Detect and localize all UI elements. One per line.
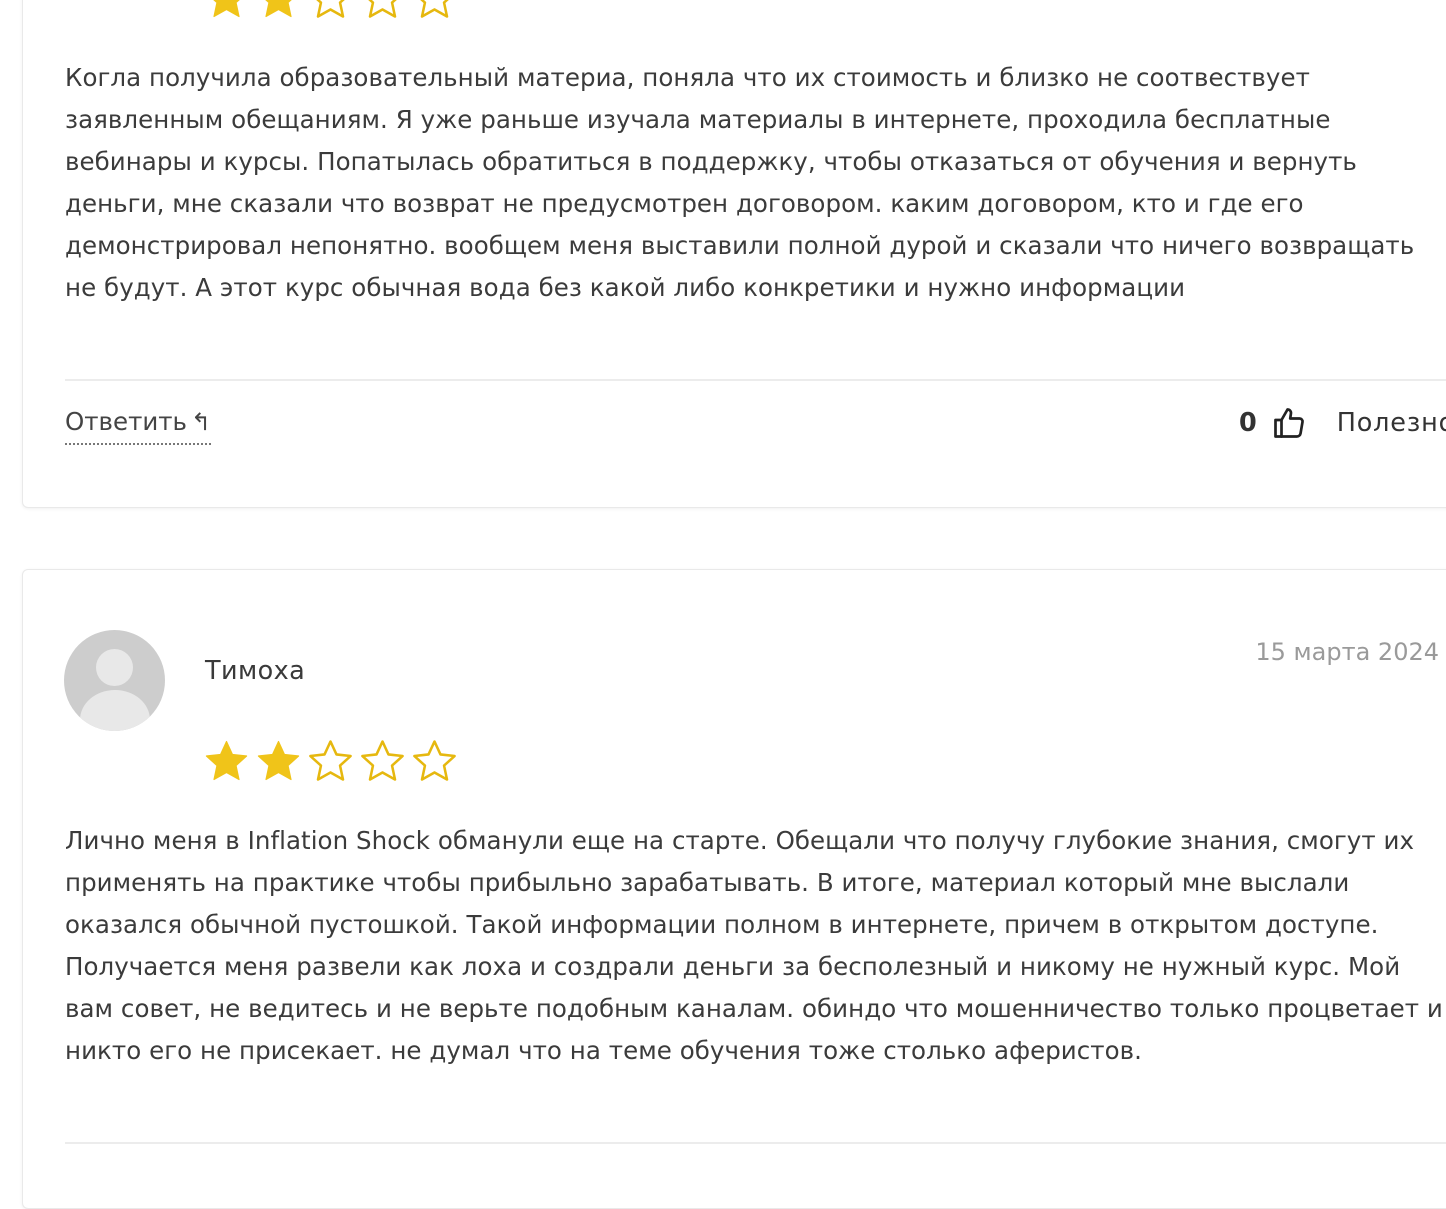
star-rating	[203, 738, 458, 785]
star-empty-icon	[368, 0, 397, 18]
star-filled-icon	[257, 740, 300, 781]
avatar	[64, 630, 165, 731]
star-empty-icon	[316, 0, 345, 18]
divider	[65, 379, 1446, 381]
star-filled-icon	[205, 740, 248, 781]
helpful-count: 0	[1239, 408, 1257, 438]
reply-arrow-icon: ↰	[190, 408, 212, 436]
star-filled-icon	[265, 0, 292, 18]
review-date: 15 марта 2024	[1255, 638, 1439, 666]
review-text: Лично меня в Inflation Shock обманули ещ…	[65, 826, 1443, 1065]
helpful-vote: 0 Полезно	[1239, 405, 1446, 441]
star-empty-icon	[309, 740, 352, 781]
review-card: Когла получила образовательный материа, …	[22, 0, 1446, 508]
star-empty-icon	[361, 740, 404, 781]
divider	[65, 1142, 1446, 1144]
star-rating	[203, 0, 458, 22]
review-text: Когла получила образовательный материа, …	[65, 63, 1415, 302]
avatar-body-shape	[80, 690, 150, 731]
star-filled-icon	[213, 0, 240, 18]
reply-label: Ответить	[65, 407, 187, 436]
avatar-head-shape	[96, 649, 133, 686]
thumbs-up-icon[interactable]	[1271, 405, 1307, 441]
review-author: Тимоха	[205, 656, 306, 686]
star-empty-icon	[413, 740, 456, 781]
star-empty-icon	[420, 0, 449, 18]
helpful-button[interactable]: Полезно	[1337, 408, 1446, 438]
reply-button[interactable]: Ответить ↰	[65, 407, 212, 445]
review-card: Тимоха 15 марта 2024 Лично меня в Inflat…	[22, 569, 1446, 1209]
